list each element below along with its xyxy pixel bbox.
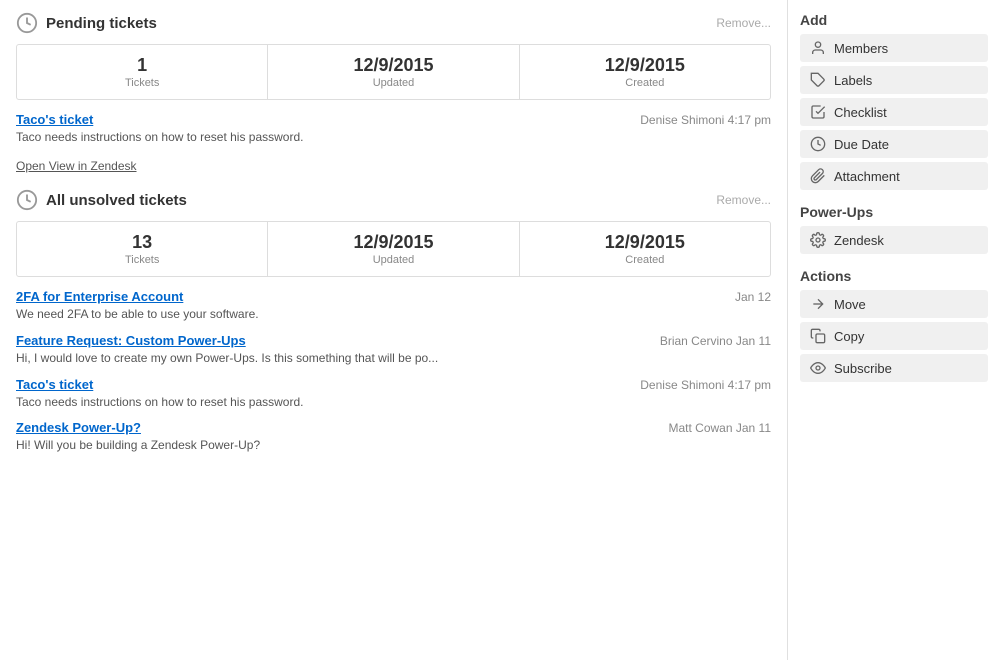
add-attachment-label: Attachment <box>834 169 900 184</box>
add-due-date-button[interactable]: Due Date <box>800 130 988 158</box>
unsolved-stat-updated: 12/9/2015 Updated <box>268 222 519 276</box>
unsolved-ticket-1: Feature Request: Custom Power-Ups Brian … <box>16 333 771 367</box>
pending-stat-created: 12/9/2015 Created <box>520 45 770 99</box>
add-section-title: Add <box>800 12 988 28</box>
add-labels-button[interactable]: Labels <box>800 66 988 94</box>
pending-remove-link[interactable]: Remove... <box>716 16 771 30</box>
pending-tickets-value: 1 <box>25 55 259 77</box>
pending-stat-updated: 12/9/2015 Updated <box>268 45 519 99</box>
add-checklist-label: Checklist <box>834 105 887 120</box>
pending-created-value: 12/9/2015 <box>528 55 762 77</box>
pending-ticket-0-title[interactable]: Taco's ticket <box>16 112 93 127</box>
unsolved-stat-tickets: 13 Tickets <box>17 222 268 276</box>
pending-ticket-0: Taco's ticket Denise Shimoni 4:17 pm Tac… <box>16 112 771 146</box>
pending-section-header: Pending tickets Remove... <box>16 12 771 34</box>
gear-icon <box>810 232 826 248</box>
powerups-zendesk-button[interactable]: Zendesk <box>800 226 988 254</box>
powerups-section-title: Power-Ups <box>800 204 988 220</box>
actions-section-title: Actions <box>800 268 988 284</box>
unsolved-ticket-2-desc: Taco needs instructions on how to reset … <box>16 394 706 411</box>
unsolved-ticket-1-desc: Hi, I would love to create my own Power-… <box>16 350 706 367</box>
pending-created-label: Created <box>528 77 762 89</box>
unsolved-title: All unsolved tickets <box>46 192 716 209</box>
powerups-zendesk-label: Zendesk <box>834 233 884 248</box>
add-attachment-button[interactable]: Attachment <box>800 162 988 190</box>
unsolved-ticket-2: Taco's ticket Denise Shimoni 4:17 pm Tac… <box>16 377 771 411</box>
unsolved-remove-link[interactable]: Remove... <box>716 193 771 207</box>
add-members-button[interactable]: Members <box>800 34 988 62</box>
unsolved-updated-value: 12/9/2015 <box>276 232 510 254</box>
unsolved-tickets-value: 13 <box>25 232 259 254</box>
pending-ticket-0-meta: Denise Shimoni 4:17 pm <box>640 113 771 127</box>
unsolved-stat-created: 12/9/2015 Created <box>520 222 770 276</box>
paperclip-icon <box>810 168 826 184</box>
actions-copy-label: Copy <box>834 329 864 344</box>
pending-stats-row: 1 Tickets 12/9/2015 Updated 12/9/2015 Cr… <box>16 44 771 100</box>
unsolved-ticket-3-desc: Hi! Will you be building a Zendesk Power… <box>16 437 706 454</box>
copy-icon <box>810 328 826 344</box>
main-content: Pending tickets Remove... 1 Tickets 12/9… <box>0 0 788 660</box>
unsolved-ticket-0-meta: Jan 12 <box>735 290 771 304</box>
pending-tickets-label: Tickets <box>25 77 259 89</box>
arrow-icon <box>810 296 826 312</box>
unsolved-ticket-3-meta: Matt Cowan Jan 11 <box>669 421 772 435</box>
actions-copy-button[interactable]: Copy <box>800 322 988 350</box>
unsolved-icon <box>16 189 38 211</box>
open-view-link[interactable]: Open View in Zendesk <box>16 159 137 173</box>
tag-icon <box>810 72 826 88</box>
unsolved-stats-row: 13 Tickets 12/9/2015 Updated 12/9/2015 C… <box>16 221 771 277</box>
add-members-label: Members <box>834 41 888 56</box>
pending-stat-tickets: 1 Tickets <box>17 45 268 99</box>
unsolved-ticket-1-title[interactable]: Feature Request: Custom Power-Ups <box>16 333 246 348</box>
pending-title: Pending tickets <box>46 15 716 32</box>
actions-subscribe-label: Subscribe <box>834 361 892 376</box>
pending-updated-label: Updated <box>276 77 510 89</box>
unsolved-ticket-1-meta: Brian Cervino Jan 11 <box>660 334 771 348</box>
add-labels-label: Labels <box>834 73 872 88</box>
actions-subscribe-button[interactable]: Subscribe <box>800 354 988 382</box>
add-due-date-label: Due Date <box>834 137 889 152</box>
clock-icon <box>810 136 826 152</box>
unsolved-updated-label: Updated <box>276 254 510 266</box>
eye-icon <box>810 360 826 376</box>
unsolved-created-label: Created <box>528 254 762 266</box>
sidebar: Add Members Labels Checklist Due Date <box>788 0 1000 660</box>
unsolved-ticket-3: Zendesk Power-Up? Matt Cowan Jan 11 Hi! … <box>16 420 771 454</box>
checklist-icon <box>810 104 826 120</box>
pending-ticket-0-desc: Taco needs instructions on how to reset … <box>16 129 706 146</box>
unsolved-ticket-3-title[interactable]: Zendesk Power-Up? <box>16 420 141 435</box>
unsolved-section-header: All unsolved tickets Remove... <box>16 189 771 211</box>
pending-updated-value: 12/9/2015 <box>276 55 510 77</box>
unsolved-ticket-2-meta: Denise Shimoni 4:17 pm <box>640 378 771 392</box>
unsolved-ticket-0-title[interactable]: 2FA for Enterprise Account <box>16 289 183 304</box>
unsolved-created-value: 12/9/2015 <box>528 232 762 254</box>
unsolved-tickets-label: Tickets <box>25 254 259 266</box>
actions-move-label: Move <box>834 297 866 312</box>
unsolved-ticket-2-title[interactable]: Taco's ticket <box>16 377 93 392</box>
actions-move-button[interactable]: Move <box>800 290 988 318</box>
person-icon <box>810 40 826 56</box>
unsolved-ticket-0: 2FA for Enterprise Account Jan 12 We nee… <box>16 289 771 323</box>
add-checklist-button[interactable]: Checklist <box>800 98 988 126</box>
unsolved-ticket-0-desc: We need 2FA to be able to use your softw… <box>16 306 706 323</box>
pending-icon <box>16 12 38 34</box>
